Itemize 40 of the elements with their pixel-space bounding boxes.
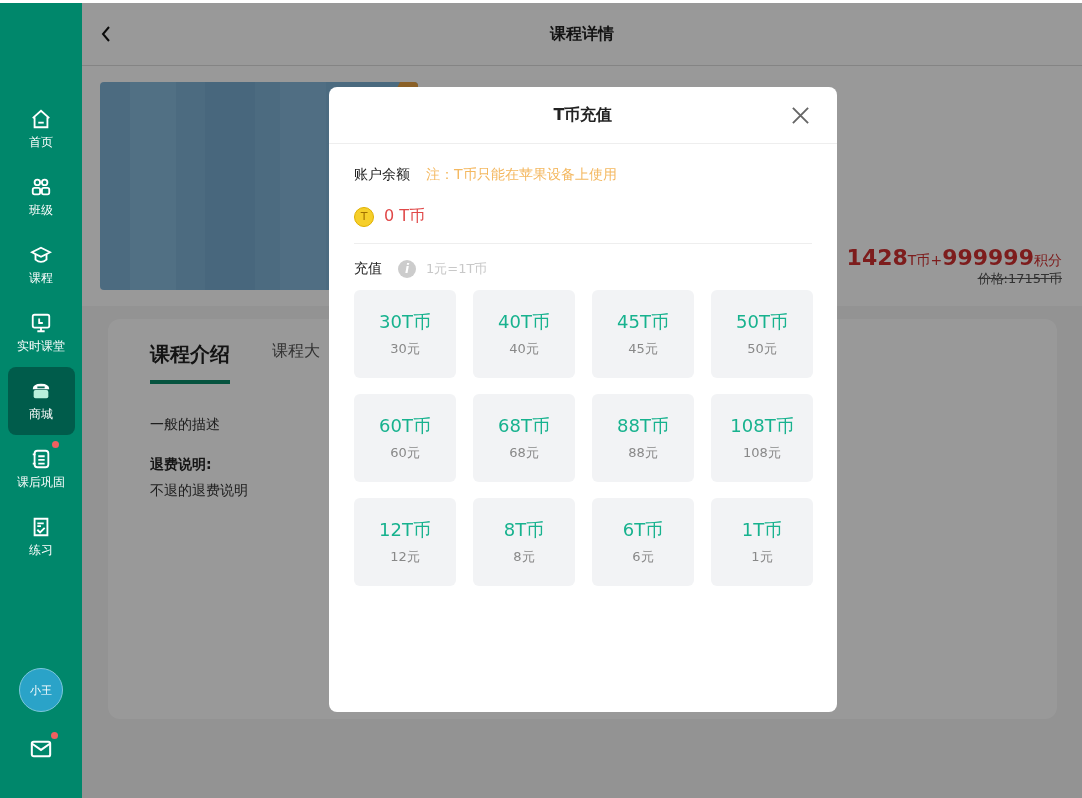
refund-heading: 退费说明: xyxy=(150,456,212,474)
notebook-icon xyxy=(30,447,52,470)
recharge-option[interactable]: 68T币 68元 xyxy=(473,394,575,482)
nav-item[interactable]: 首页 xyxy=(7,95,75,163)
nav-item[interactable]: 课后巩固 xyxy=(7,435,75,503)
note-text: 注：T币只能在苹果设备上使用 xyxy=(426,166,617,184)
avatar[interactable]: 小王 xyxy=(19,668,63,712)
recharge-label: 充值 xyxy=(354,260,382,278)
home-icon xyxy=(30,107,52,130)
nav-item[interactable]: 班级 xyxy=(7,163,75,231)
recharge-option[interactable]: 88T币 88元 xyxy=(592,394,694,482)
tab[interactable]: 课程大 xyxy=(272,341,320,384)
balance-value: 0 T币 xyxy=(384,206,426,227)
back-icon[interactable] xyxy=(100,24,112,44)
recharge-option[interactable]: 108T币 108元 xyxy=(711,394,813,482)
screen-icon xyxy=(30,311,52,334)
recharge-option[interactable]: 6T币 6元 xyxy=(592,498,694,586)
nav-item[interactable]: 课程 xyxy=(7,231,75,299)
recharge-option[interactable]: 50T币 50元 xyxy=(711,290,813,378)
recharge-option[interactable]: 1T币 1元 xyxy=(711,498,813,586)
price-text: 1428T币+999999积分 xyxy=(846,245,1062,270)
description-text: 一般的描述 xyxy=(150,416,220,434)
nav-item[interactable]: 练习 xyxy=(7,503,75,571)
balance-label: 账户余额 xyxy=(354,166,410,184)
coin-icon: T xyxy=(354,206,374,227)
recharge-option[interactable]: 45T币 45元 xyxy=(592,290,694,378)
recharge-option[interactable]: 8T币 8元 xyxy=(473,498,575,586)
mail-icon xyxy=(30,738,52,760)
nav-item[interactable]: 商城 xyxy=(7,367,75,435)
recharge-option[interactable]: 12T币 12元 xyxy=(354,498,456,586)
recharge-option[interactable]: 30T币 30元 xyxy=(354,290,456,378)
tab[interactable]: 课程介绍 xyxy=(150,341,230,384)
close-icon[interactable] xyxy=(791,105,810,125)
original-price: 价格:1715T币 xyxy=(977,270,1062,288)
recharge-option[interactable]: 40T币 40元 xyxy=(473,290,575,378)
page-title: 课程详情 xyxy=(550,23,614,45)
recharge-option[interactable]: 60T币 60元 xyxy=(354,394,456,482)
dialog-title: T币充值 xyxy=(553,104,613,126)
nav-item[interactable]: 实时课堂 xyxy=(7,299,75,367)
refund-text: 不退的退费说明 xyxy=(150,482,248,500)
